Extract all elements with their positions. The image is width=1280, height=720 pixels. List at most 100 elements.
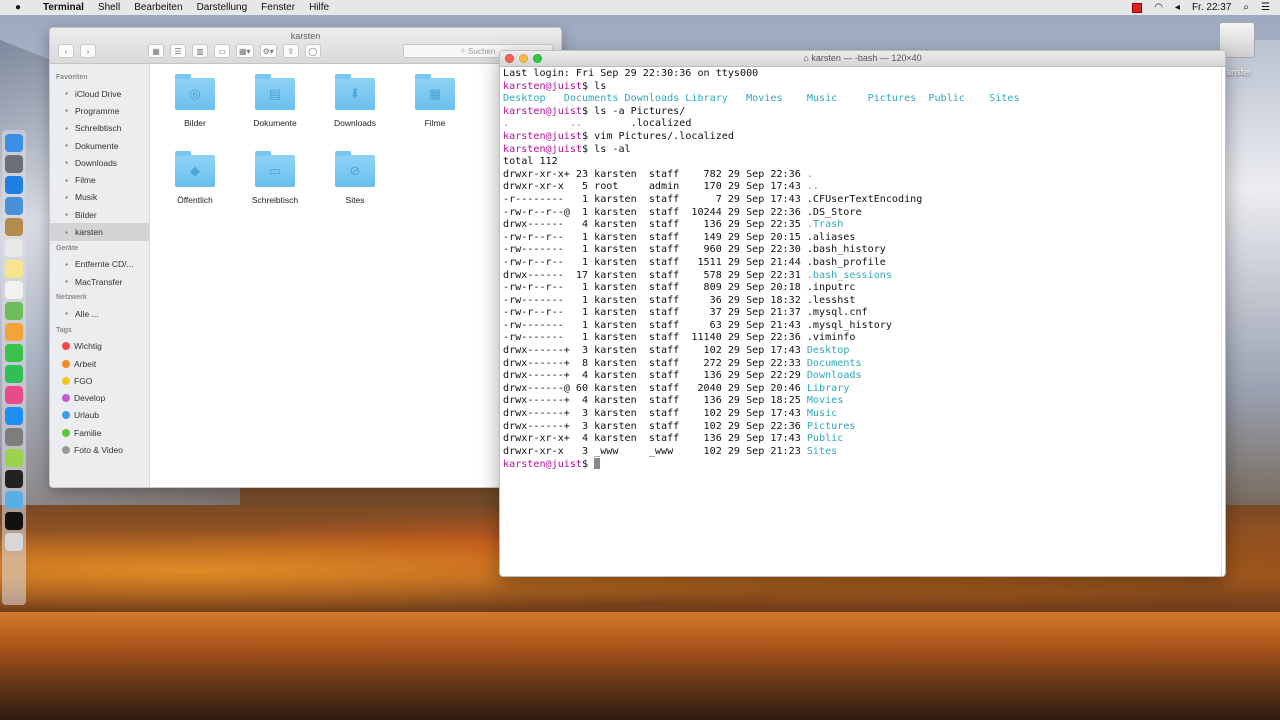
volume-icon[interactable]: ◂	[1175, 2, 1180, 13]
folder-glyph: ⬇	[349, 86, 361, 101]
menu-terminal[interactable]: Terminal	[36, 2, 91, 13]
terminal-text: drwxr-xr-x 3 _www _www 102 29 Sep 21:23	[503, 445, 807, 457]
terminal-line: -rw------- 1 karsten staff 63 29 Sep 21:…	[503, 320, 1221, 333]
tag-color-dot	[62, 376, 70, 385]
preferences-icon[interactable]	[5, 428, 23, 446]
sequel-icon[interactable]	[5, 449, 23, 467]
sidebar-item[interactable]: Familie	[50, 424, 149, 441]
shell-prompt: karsten@juist	[503, 80, 583, 92]
itunes-icon[interactable]	[5, 386, 23, 404]
terminal-line: -rw-r--r-- 1 karsten staff 149 29 Sep 20…	[503, 232, 1221, 245]
menu-shell[interactable]: Shell	[91, 2, 127, 13]
contacts-icon[interactable]	[5, 218, 23, 236]
calendar-icon[interactable]	[5, 239, 23, 257]
folder-item[interactable]: ▭ Schreibtisch	[235, 151, 315, 205]
sidebar-item[interactable]: FGO	[50, 372, 149, 389]
sidebar-item[interactable]: ▪ Dokumente	[50, 137, 149, 154]
sidebar-item[interactable]: Develop	[50, 389, 149, 406]
terminal-text: drwx------+ 4 karsten staff 136 29 Sep 1…	[503, 395, 807, 407]
column-view-button[interactable]: ▥	[192, 44, 208, 58]
sidebar-item[interactable]: Arbeit	[50, 355, 149, 372]
gallery-view-button[interactable]: ▭	[214, 44, 230, 58]
folder-item[interactable]: ◎ Bilder	[155, 74, 235, 128]
terminal-line: drwx------+ 4 karsten staff 136 29 Sep 2…	[503, 370, 1221, 383]
icon-view-button[interactable]: ▦	[148, 44, 164, 58]
folder-label: Dokumente	[253, 118, 297, 128]
menu-clock[interactable]: Fr. 22:37	[1192, 2, 1231, 13]
folder-item[interactable]: ▤ Dokumente	[235, 74, 315, 128]
notification-center-icon[interactable]: ☰	[1261, 2, 1270, 13]
trash-icon[interactable]	[5, 533, 23, 551]
terminal-line: drwx------+ 3 karsten staff 102 29 Sep 1…	[503, 345, 1221, 358]
arrange-button[interactable]: ▦▾	[236, 44, 254, 58]
sidebar-item[interactable]: ▪ Filme	[50, 171, 149, 188]
spotlight-search-icon[interactable]: ⌕	[1243, 2, 1249, 13]
apple-menu-icon[interactable]: ●	[0, 2, 36, 13]
tags-button[interactable]: ◯	[304, 44, 321, 58]
input-source-flag-icon[interactable]	[1132, 2, 1143, 13]
terminal-line: karsten@juist$ ls -al	[503, 144, 1221, 157]
sidebar-item[interactable]: ▪ karsten	[50, 223, 149, 241]
menu-bearbeiten[interactable]: Bearbeiten	[127, 2, 189, 13]
terminal-text: $ ls	[582, 80, 607, 92]
list-view-button[interactable]: ☰	[170, 44, 186, 58]
sidebar-item[interactable]: Wichtig	[50, 338, 149, 355]
launchpad-icon[interactable]	[5, 155, 23, 173]
terminal-text: $	[582, 459, 595, 471]
wifi-icon[interactable]: ◠	[1154, 2, 1163, 13]
photos-icon[interactable]	[5, 323, 23, 341]
forward-button[interactable]: ›	[80, 44, 96, 58]
terminal-text: drwx------ 17 karsten staff 578 29 Sep 2…	[503, 269, 807, 281]
directory-name: Documents	[806, 357, 862, 369]
sidebar-item[interactable]: Urlaub	[50, 407, 149, 424]
finder-icon[interactable]	[5, 134, 23, 152]
action-gear-button[interactable]: ⚙▾	[259, 44, 277, 58]
terminal-text: -rw-r--r-- 1 karsten staff 149 29 Sep 20…	[503, 231, 856, 243]
share-button[interactable]: ⇪	[282, 44, 299, 58]
terminal-titlebar[interactable]: ⌂ karsten — -bash — 120×40	[500, 51, 1225, 67]
menu-bar: ● Terminal Shell Bearbeiten Darstellung …	[0, 0, 1280, 15]
sidebar-item-label: Develop	[74, 393, 106, 404]
menu-fenster[interactable]: Fenster	[254, 2, 302, 13]
appstore-icon[interactable]	[5, 407, 23, 425]
maps-icon[interactable]	[5, 302, 23, 320]
safari-icon[interactable]	[5, 176, 23, 194]
menu-hilfe[interactable]: Hilfe	[302, 2, 336, 13]
network-icon: ▪	[65, 309, 68, 319]
folder-item[interactable]: ◆ Öffentlich	[155, 151, 235, 205]
sidebar-item[interactable]: Foto & Video	[50, 441, 149, 458]
terminal2-icon[interactable]	[5, 512, 23, 530]
terminal-scrollbar[interactable]	[1221, 68, 1225, 576]
folder-icon[interactable]	[5, 491, 23, 509]
sidebar-item[interactable]: ▪ Programme	[50, 102, 149, 119]
sidebar-item-label: Programme	[75, 105, 120, 116]
messages-icon[interactable]	[5, 344, 23, 362]
notes-icon[interactable]	[5, 260, 23, 278]
back-button[interactable]: ‹	[58, 44, 74, 58]
sidebar-item-label: Urlaub	[74, 410, 100, 421]
directory-name: . ..	[503, 118, 583, 130]
sidebar-item[interactable]: ▪ Schreibtisch	[50, 120, 149, 137]
sidebar-item[interactable]: ▪ Musik	[50, 189, 149, 206]
reminders-icon[interactable]	[5, 281, 23, 299]
folder-glyph: ◆	[190, 163, 200, 178]
sidebar-item[interactable]: ▪ Alle ...	[50, 305, 149, 322]
folder-item[interactable]: ⬇ Downloads	[315, 74, 395, 128]
sidebar-item-label: iCloud Drive	[75, 88, 122, 99]
folder-item[interactable]: ▦ Filme	[395, 74, 475, 128]
mail-icon[interactable]	[5, 197, 23, 215]
finder-titlebar[interactable]: karsten ‹ › ▦ ☰ ▥ ▭ ▦▾ ⚙▾ ⇪ ◯ ⌕ Suchen	[50, 28, 561, 64]
terminal-window: ⌂ karsten — -bash — 120×40 Last login: F…	[499, 50, 1226, 577]
sidebar-item[interactable]: ▪ iCloud Drive	[50, 85, 149, 102]
sidebar-item[interactable]: ▪ MacTransfer	[50, 273, 149, 290]
sidebar-item[interactable]: ▪ Bilder	[50, 206, 149, 223]
sidebar-item[interactable]: ▪ Entfernte CD/...	[50, 256, 149, 273]
folder-item[interactable]: ⊘ Sites	[315, 151, 395, 205]
sidebar-item[interactable]: ▪ Downloads	[50, 154, 149, 171]
terminal-icon[interactable]	[5, 470, 23, 488]
terminal-output[interactable]: Last login: Fri Sep 29 22:30:36 on ttys0…	[503, 68, 1221, 576]
terminal-text: drwx------+ 4 karsten staff 136 29 Sep 2…	[503, 370, 807, 382]
menu-darstellung[interactable]: Darstellung	[190, 2, 255, 13]
terminal-text: -rw-r--r--@ 1 karsten staff 10244 29 Sep…	[503, 206, 862, 218]
facetime-icon[interactable]	[5, 365, 23, 383]
